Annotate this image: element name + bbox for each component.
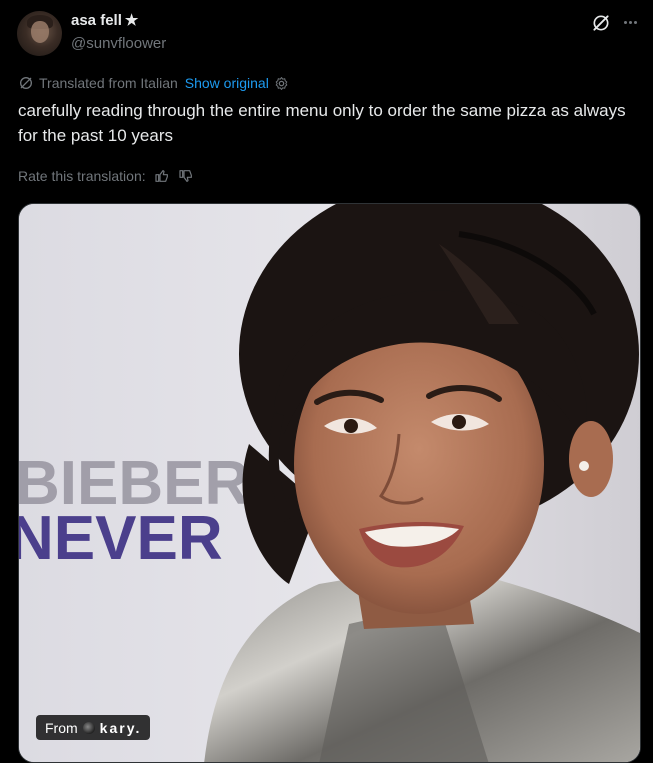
post: asa fell ★ @sunvfloower Translated from … (0, 0, 653, 763)
media-attribution[interactable]: From kary. (36, 715, 151, 740)
rate-translation-label: Rate this translation: (18, 168, 146, 184)
rate-translation: Rate this translation: (18, 168, 194, 184)
thumbs-down-icon[interactable] (178, 168, 194, 184)
gear-icon[interactable] (274, 76, 289, 91)
avatar[interactable] (17, 11, 62, 56)
backdrop-text-line2: NEVER (19, 504, 223, 573)
media-video[interactable]: BIEBER NEVER From kary. (18, 203, 641, 763)
user-handle[interactable]: @sunvfloower (71, 35, 166, 52)
show-original-link[interactable]: Show original (185, 75, 269, 91)
media-photo: BIEBER NEVER (19, 204, 640, 762)
display-name-text: asa fell (71, 12, 122, 29)
translated-from-label: Translated from Italian (39, 75, 178, 91)
avatar-face (31, 21, 49, 43)
post-text: carefully reading through the entire men… (18, 101, 626, 145)
translation-info: Translated from Italian Show original (18, 75, 289, 91)
thumbs-up-icon[interactable] (154, 168, 170, 184)
more-options-icon[interactable] (621, 12, 639, 32)
attribution-emoji-icon (82, 721, 95, 734)
attribution-user: kary. (99, 719, 142, 736)
display-name[interactable]: asa fell ★ (71, 12, 138, 29)
translate-icon (20, 77, 32, 89)
attribution-prefix: From (45, 719, 78, 736)
star-icon: ★ (124, 12, 139, 29)
grok-icon[interactable] (591, 13, 611, 33)
